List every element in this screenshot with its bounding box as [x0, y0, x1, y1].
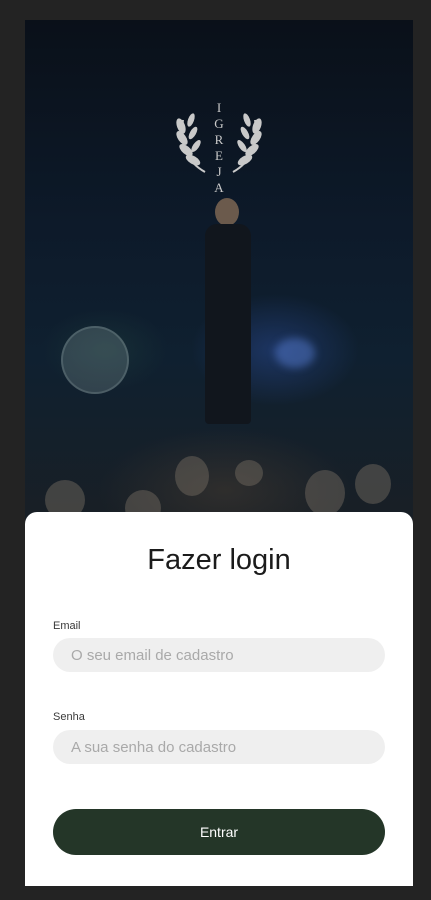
- speaker-figure: [203, 198, 253, 428]
- login-title: Fazer login: [147, 544, 291, 576]
- password-label: Senha: [53, 711, 85, 723]
- email-field[interactable]: [53, 638, 385, 672]
- email-label: Email: [53, 620, 81, 632]
- app-screen: I G R E J A Fazer login Email Senha Entr…: [25, 20, 413, 886]
- speaker-head: [215, 198, 239, 226]
- password-field[interactable]: [53, 730, 385, 764]
- church-logo: I G R E J A: [165, 100, 273, 200]
- drum-kit: [61, 326, 129, 394]
- logo-wordmark: I G R E J A: [214, 100, 224, 195]
- login-button[interactable]: Entrar: [53, 809, 385, 855]
- hero-image: I G R E J A: [25, 20, 413, 540]
- speaker-body: [205, 224, 251, 424]
- stage-light: [275, 338, 315, 368]
- login-sheet: Fazer login Email Senha Entrar: [25, 512, 413, 886]
